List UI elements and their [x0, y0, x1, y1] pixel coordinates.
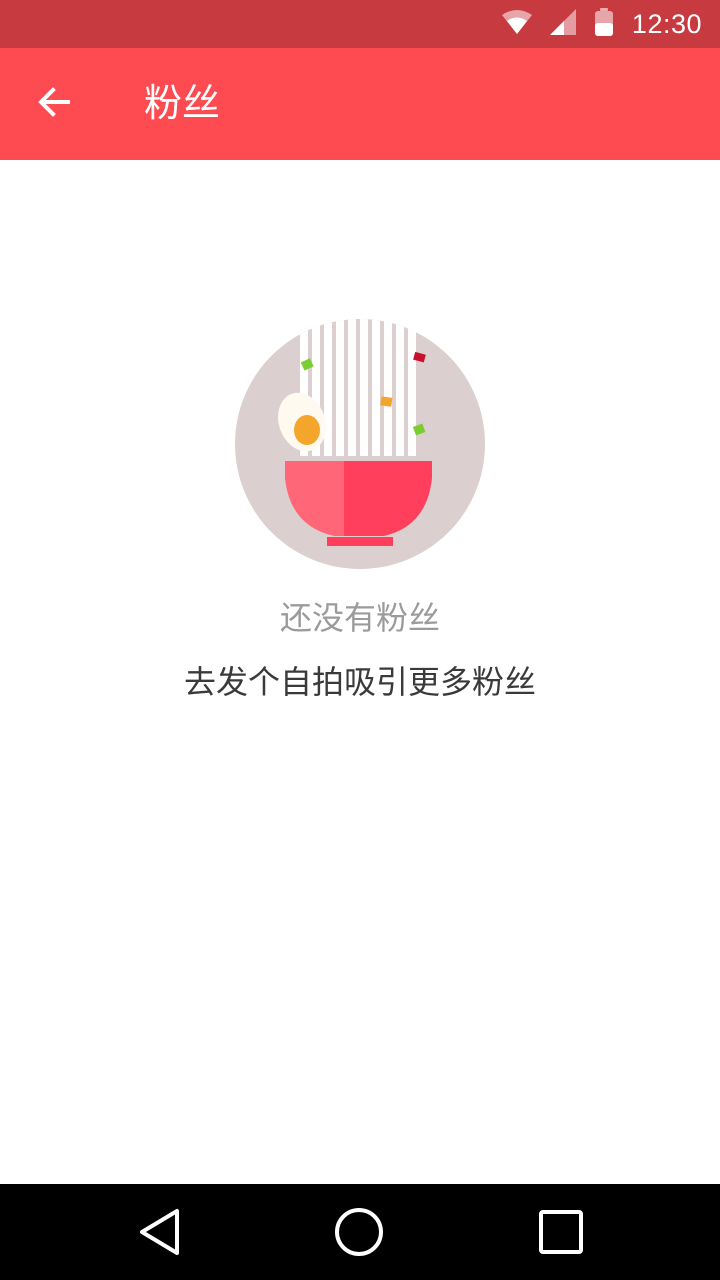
back-button[interactable] [22, 72, 86, 136]
cell-signal-icon [549, 9, 576, 39]
status-time: 12:30 [631, 8, 702, 39]
back-triangle-icon [137, 1207, 183, 1261]
nav-home-button[interactable] [327, 1202, 391, 1266]
page-title: 粉丝 [144, 81, 221, 125]
noodle-bowl-illustration [234, 318, 486, 570]
nav-recents-button[interactable] [529, 1202, 593, 1266]
wifi-icon [501, 10, 532, 38]
navigation-bar [0, 1184, 720, 1280]
nav-back-button[interactable] [128, 1202, 192, 1266]
status-icons: 12:30 [501, 0, 702, 48]
home-circle-icon [334, 1207, 384, 1261]
recents-square-icon [538, 1209, 584, 1259]
app-bar: 粉丝 [0, 48, 720, 160]
empty-state-subtitle: 去发个自拍吸引更多粉丝 [183, 663, 536, 701]
arrow-left-icon [36, 84, 72, 124]
status-bar: 12:30 [0, 0, 720, 48]
empty-state-title: 还没有粉丝 [279, 599, 440, 637]
battery-icon [594, 8, 614, 40]
